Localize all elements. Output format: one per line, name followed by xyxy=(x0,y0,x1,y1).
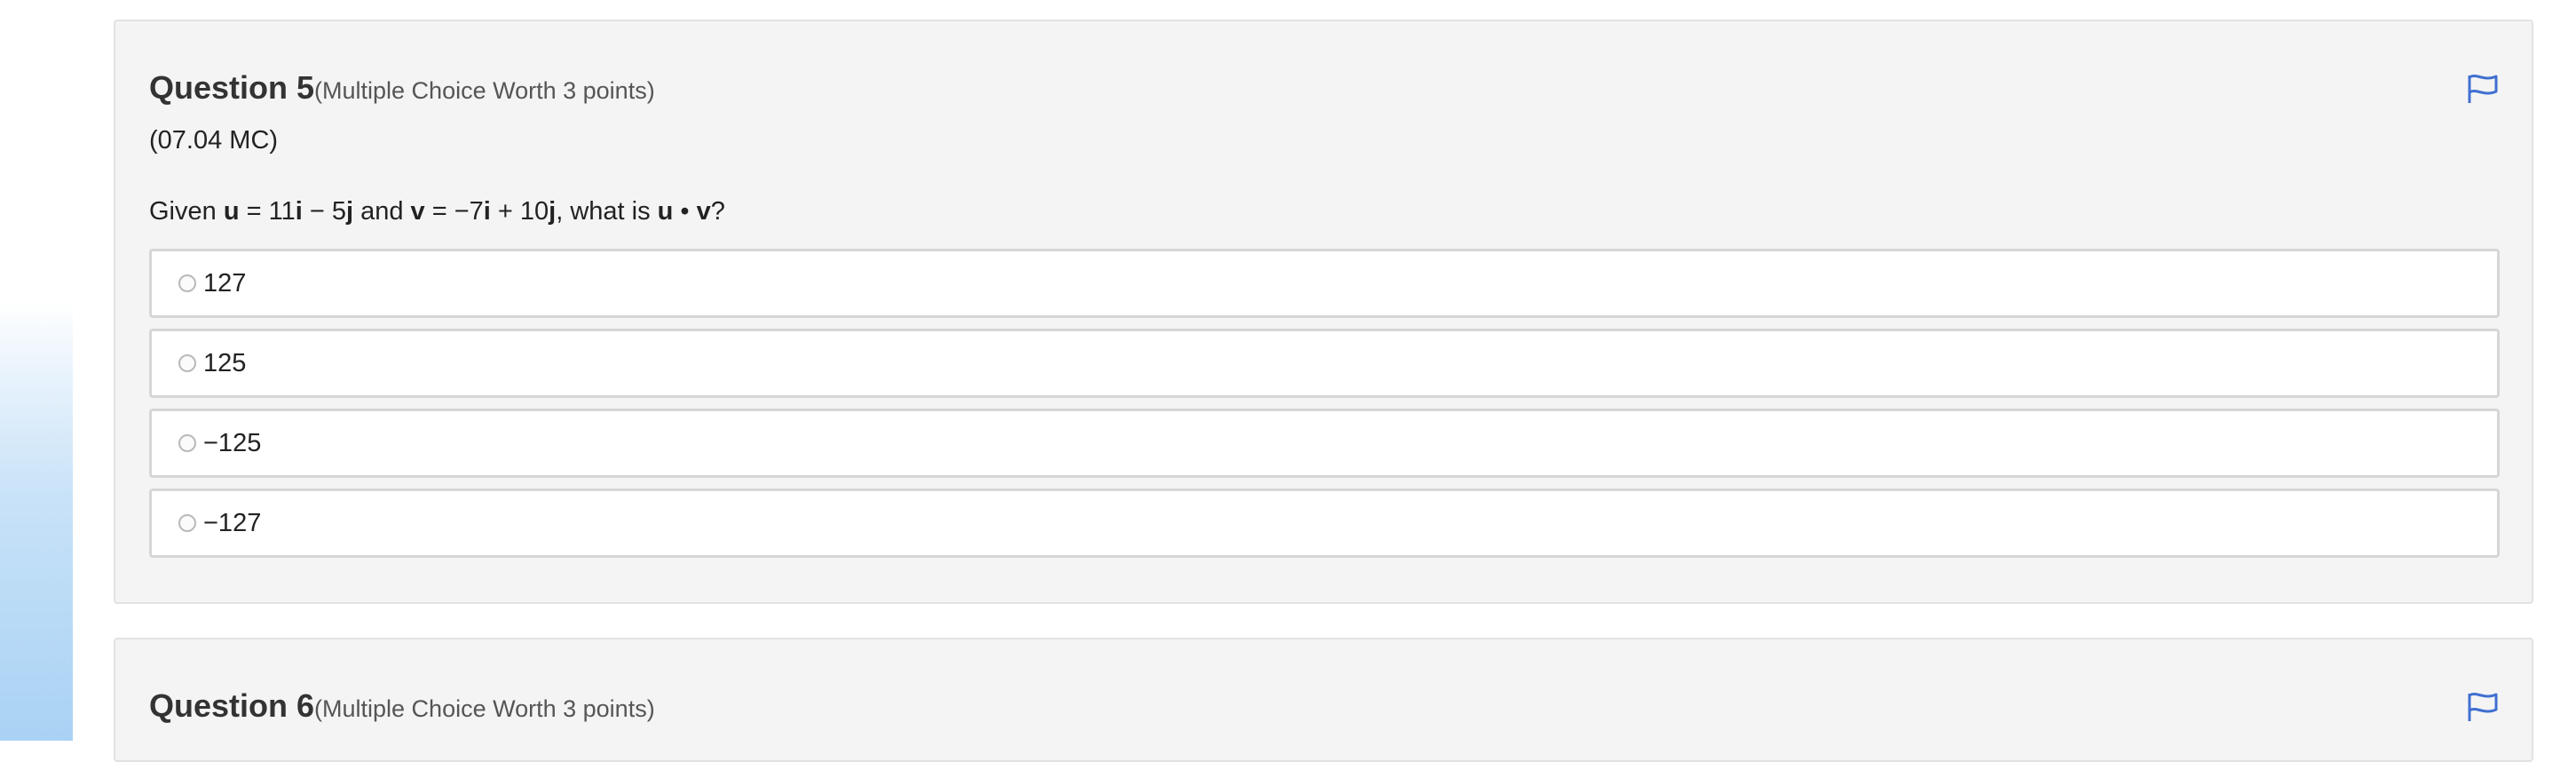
answer-option-label: −127 xyxy=(203,508,262,537)
question-code: (07.04 MC) xyxy=(149,126,279,155)
flag-icon xyxy=(2468,693,2498,721)
question-title: Question 5 xyxy=(149,69,315,106)
question-card-6: Question 6(Multiple Choice Worth 3 point… xyxy=(114,638,2533,762)
flag-button[interactable] xyxy=(2466,73,2500,105)
prompt-text: , what is xyxy=(556,197,658,226)
radio-button[interactable] xyxy=(178,274,196,292)
question-worth: (Multiple Choice Worth 3 points) xyxy=(314,77,655,104)
answer-option-label: 125 xyxy=(203,348,247,377)
prompt-vector: u xyxy=(657,197,674,226)
answer-option[interactable]: 125 xyxy=(149,329,2500,398)
prompt-text: Given xyxy=(149,197,224,226)
answer-option[interactable]: −125 xyxy=(149,409,2500,478)
prompt-text: = 11 xyxy=(239,197,296,226)
prompt-vector: v xyxy=(410,197,425,226)
answer-option-label: −125 xyxy=(203,428,262,457)
prompt-vector: i xyxy=(295,197,303,226)
prompt-text: = −7 xyxy=(424,197,484,226)
prompt-vector: i xyxy=(483,197,491,226)
prompt-vector: j xyxy=(345,197,354,226)
answer-option[interactable]: −127 xyxy=(149,488,2500,558)
prompt-text: − 5 xyxy=(302,197,346,226)
radio-button[interactable] xyxy=(178,514,196,532)
answer-option[interactable]: 127 xyxy=(149,249,2500,318)
answer-option-label: 127 xyxy=(203,268,247,298)
flag-icon xyxy=(2468,75,2498,103)
answer-options: 127 125 −125 −127 xyxy=(149,249,2500,568)
question-header: Question 6(Multiple Choice Worth 3 point… xyxy=(149,687,655,725)
side-gradient-decoration xyxy=(0,0,73,741)
prompt-text: and xyxy=(353,197,411,226)
question-worth: (Multiple Choice Worth 3 points) xyxy=(314,695,655,722)
question-card-5: Question 5(Multiple Choice Worth 3 point… xyxy=(114,20,2533,604)
question-prompt: Given u = 11i − 5j and v = −7i + 10j, wh… xyxy=(149,197,725,226)
prompt-text: • xyxy=(673,197,697,226)
question-header: Question 5(Multiple Choice Worth 3 point… xyxy=(149,69,655,107)
question-title: Question 6 xyxy=(149,687,315,724)
prompt-vector: u xyxy=(223,197,240,226)
prompt-vector: v xyxy=(696,197,711,226)
prompt-vector: j xyxy=(549,197,557,226)
radio-button[interactable] xyxy=(178,434,196,452)
radio-button[interactable] xyxy=(178,354,196,372)
flag-button[interactable] xyxy=(2466,691,2500,723)
prompt-text: + 10 xyxy=(490,197,549,226)
prompt-text: ? xyxy=(710,197,725,226)
